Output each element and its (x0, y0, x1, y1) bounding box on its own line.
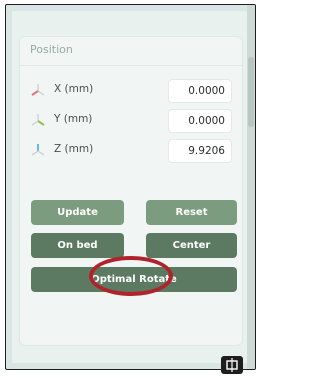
reset-button[interactable]: Reset (146, 200, 237, 225)
x-value-input[interactable]: 0.0000 (168, 79, 232, 103)
scrollbar[interactable] (247, 5, 255, 369)
center-button[interactable]: Center (146, 233, 237, 258)
axis-x-icon (31, 84, 45, 96)
on-bed-button[interactable]: On bed (31, 233, 124, 258)
divider (20, 65, 242, 66)
position-panel: Position X (mm) 0.0000 Y (mm) 0.0000 Z (… (19, 36, 243, 346)
position-row-z: Z (mm) 9.9206 (30, 139, 232, 163)
position-row-y: Y (mm) 0.0000 (30, 109, 232, 133)
x-label: X (mm) (54, 83, 94, 95)
scrollbar-thumb[interactable] (248, 57, 254, 127)
axis-y-icon (31, 114, 45, 126)
y-label: Y (mm) (54, 113, 93, 125)
optimal-rotate-button[interactable]: Optimal Rotate (31, 267, 237, 292)
tool-icon (226, 358, 238, 372)
z-value-input[interactable]: 9.9206 (168, 139, 232, 163)
section-title: Position (30, 43, 73, 56)
axis-z-icon (31, 144, 45, 156)
z-label: Z (mm) (54, 143, 94, 155)
update-button[interactable]: Update (31, 200, 124, 225)
y-value-input[interactable]: 0.0000 (168, 109, 232, 133)
corner-tool-icon[interactable] (221, 356, 243, 374)
position-row-x: X (mm) 0.0000 (30, 79, 232, 103)
